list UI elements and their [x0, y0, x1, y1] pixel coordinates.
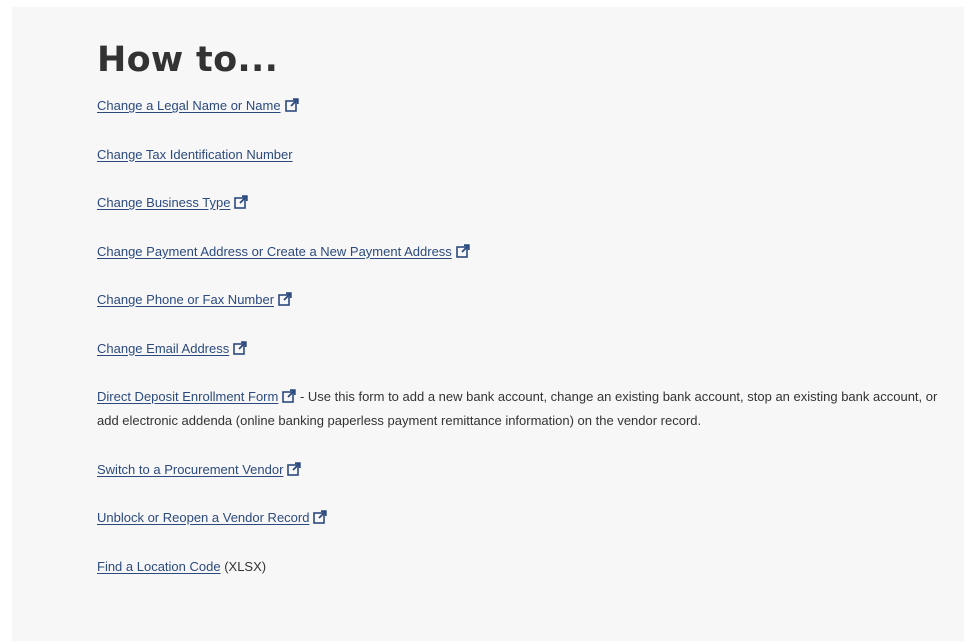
list-item: Change Business Type: [97, 191, 952, 215]
external-link-icon[interactable]: [284, 98, 299, 112]
change-business-type-link[interactable]: Change Business Type: [97, 195, 230, 210]
find-location-code-link[interactable]: Find a Location Code: [97, 559, 221, 574]
list-item: Switch to a Procurement Vendor: [97, 458, 952, 482]
change-email-link[interactable]: Change Email Address: [97, 341, 229, 356]
external-link-icon[interactable]: [234, 195, 249, 209]
list-item: Direct Deposit Enrollment Form - Use thi…: [97, 385, 952, 433]
file-type-label: (XLSX): [220, 558, 267, 574]
content-panel: How to... Change a Legal Name or Name Ch…: [12, 7, 964, 641]
external-link-icon[interactable]: [287, 461, 302, 476]
change-payment-address-link[interactable]: Change Payment Address or Create a New P…: [97, 244, 452, 259]
external-link-icon[interactable]: [282, 389, 297, 403]
direct-deposit-form-link[interactable]: Direct Deposit Enrollment Form: [97, 389, 278, 404]
list-item: Change Phone or Fax Number: [97, 288, 952, 312]
list-item: Unblock or Reopen a Vendor Record: [97, 506, 952, 530]
external-link-icon[interactable]: [278, 292, 292, 306]
external-link-icon[interactable]: [313, 510, 328, 524]
change-legal-name-link[interactable]: Change a Legal Name or Name: [97, 98, 281, 113]
change-phone-fax-link[interactable]: Change Phone or Fax Number: [97, 292, 274, 307]
list-item: Change Email Address: [97, 337, 952, 361]
external-link-icon[interactable]: [233, 340, 247, 355]
list-item: Change Tax Identification Number: [97, 143, 952, 167]
switch-procurement-vendor-link[interactable]: Switch to a Procurement Vendor: [97, 462, 283, 477]
list-item: Change Payment Address or Create a New P…: [97, 240, 952, 264]
list-item: Find a Location Code (XLSX): [97, 555, 952, 579]
external-link-icon[interactable]: [455, 243, 470, 258]
how-to-list: Change a Legal Name or Name Change Tax I…: [97, 94, 952, 579]
change-tax-id-link[interactable]: Change Tax Identification Number: [97, 147, 293, 162]
unblock-vendor-record-link[interactable]: Unblock or Reopen a Vendor Record: [97, 510, 309, 525]
how-to-section: How to... Change a Legal Name or Name Ch…: [97, 35, 952, 603]
page-title: How to...: [97, 40, 279, 80]
list-item: Change a Legal Name or Name: [97, 94, 952, 118]
